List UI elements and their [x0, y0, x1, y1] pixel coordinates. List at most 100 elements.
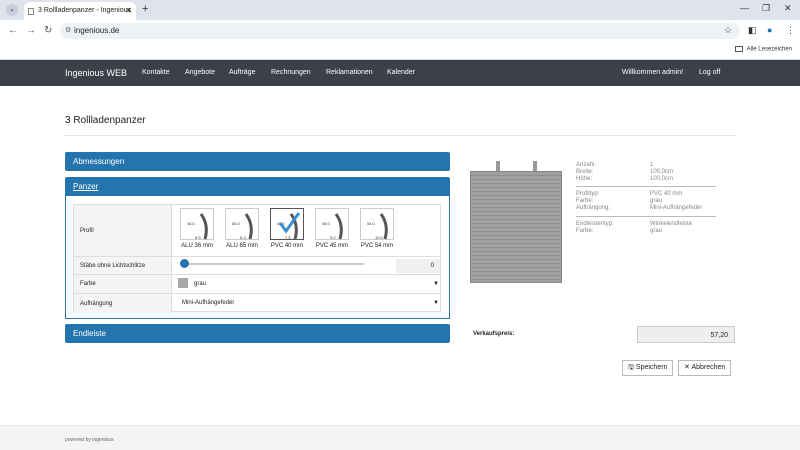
preview-mount-right — [533, 161, 537, 171]
panzer-panel-header[interactable]: Panzer — [65, 177, 450, 196]
staebe-slider-handle[interactable] — [180, 259, 189, 268]
farbe-select[interactable]: grau ▼ — [178, 277, 442, 292]
staebe-value: 0 — [396, 259, 440, 273]
page-title: 3 Rollladenpanzer — [65, 115, 146, 126]
restore-icon[interactable]: ❐ — [762, 3, 770, 14]
abmessungen-panel-header[interactable]: Abmessungen — [65, 152, 450, 171]
spec-value: grau — [650, 228, 663, 234]
staebe-row: Stäbe ohne Lichtschlitze 0 — [74, 257, 440, 275]
close-window-icon[interactable]: ✕ — [784, 3, 792, 14]
bookmarks-bar: Alle Lesezeichen — [0, 42, 800, 60]
profile-width-dim: 6.3 — [240, 235, 246, 240]
profile-height-dim: 65.0 — [232, 221, 241, 226]
profile-option-pvc45[interactable]: 45.0 9.0 PVC 45 mm — [310, 208, 354, 249]
bookmark-star-icon[interactable]: ☆ — [724, 25, 732, 36]
profile-image: 36.0 8.5 — [180, 208, 214, 240]
profile-width-dim: 9.0 — [330, 235, 336, 240]
url-field[interactable]: ⚙ ingenious.de — [60, 23, 740, 39]
url-text: ingenious.de — [74, 26, 120, 35]
title-divider — [65, 135, 735, 136]
site-info-icon[interactable]: ⚙ — [65, 23, 71, 39]
profile-height-dim: 36.0 — [187, 221, 196, 226]
rollladen-preview-image — [470, 171, 562, 283]
cancel-button[interactable]: ✕ Abbrechen — [678, 360, 732, 376]
nav-kontakte[interactable]: Kontakte — [142, 69, 170, 76]
save-button[interactable]: 🖫 Speichern — [622, 360, 674, 376]
spec-key: Höhe: — [576, 176, 593, 182]
profile-width-dim: 7.5 — [285, 235, 291, 240]
profile-name: PVC 40 mm — [270, 243, 304, 249]
profile-width-dim: 8.5 — [195, 235, 201, 240]
side-panel-icon[interactable]: ◧ — [748, 25, 757, 36]
price-label: Verkaufspreis: — [473, 331, 515, 337]
nav-welcome[interactable]: Willkommen admin! — [622, 69, 683, 76]
aufhaengung-select[interactable]: Mini-Aufhängefeder ▼ — [178, 296, 442, 311]
spec-row: Höhe: 100,0cm — [576, 176, 716, 184]
staebe-slider-track[interactable] — [182, 263, 364, 265]
spec-value: grau — [650, 198, 663, 204]
spec-key: Endleistentyp: — [576, 221, 614, 227]
nav-kalender[interactable]: Kalender — [387, 69, 415, 76]
endleiste-panel-header[interactable]: Endleiste — [65, 324, 450, 343]
profile-option-pvc40[interactable]: 40.0 7.5 PVC 40 mm — [265, 208, 309, 249]
profile-image: 65.0 6.3 — [225, 208, 259, 240]
profile-name: PVC 54 mm — [360, 243, 394, 249]
profil-label: Profil — [74, 205, 172, 256]
forward-arrow-icon[interactable]: → — [26, 25, 36, 36]
browser-tab[interactable]: 3 Rollladenpanzer - Ingenious ✕ — [24, 2, 136, 20]
dropdown-caret-icon: ▼ — [433, 300, 439, 306]
all-bookmarks-label: Alle Lesezeichen — [746, 46, 792, 53]
tab-search-chevron-icon[interactable]: ⌄ — [6, 4, 18, 16]
spec-row: Farbe: grau — [576, 228, 716, 236]
spec-value: 100,0cm — [650, 176, 674, 182]
nav-logoff[interactable]: Log off — [699, 69, 720, 76]
preview-mount-left — [496, 161, 500, 171]
profile-option-alu36[interactable]: 36.0 8.5 ALU 36 mm — [175, 208, 219, 249]
profile-width-dim: 10.0 — [375, 235, 384, 240]
back-arrow-icon[interactable]: ← — [8, 25, 18, 36]
profile-image: 54.0 10.0 — [360, 208, 394, 240]
spec-value: 100,0cm — [650, 169, 674, 175]
reload-icon[interactable]: ↻ — [44, 25, 52, 36]
browser-tab-bar: ⌄ 3 Rollladenpanzer - Ingenious ✕ + — ❐ … — [0, 0, 800, 20]
new-tab-plus-icon[interactable]: + — [142, 3, 148, 15]
spec-key: Farbe: — [576, 228, 594, 234]
spec-key: Breite: — [576, 169, 594, 175]
spec-value: Winkelendleiste — [650, 221, 693, 227]
footer-text: powered by ingenious — [65, 437, 114, 443]
nav-rechnungen[interactable]: Rechnungen — [271, 69, 311, 76]
minimize-icon[interactable]: — — [740, 3, 749, 13]
aufhaengung-row: Aufhängung Mini-Aufhängefeder ▼ — [74, 294, 440, 313]
close-icon: ✕ — [684, 364, 690, 371]
profile-name: ALU 65 mm — [226, 243, 258, 249]
nav-reklamationen[interactable]: Reklamationen — [326, 69, 373, 76]
page-favicon-icon — [28, 8, 34, 15]
save-icon: 🖫 — [628, 364, 634, 371]
nav-auftraege[interactable]: Aufträge — [229, 69, 255, 76]
browser-menu-icon[interactable]: ⋮ — [786, 25, 795, 36]
farbe-row: Farbe grau ▼ — [74, 275, 440, 294]
color-swatch — [178, 278, 188, 289]
spec-key: Aufhängung: — [576, 205, 611, 211]
app-navbar: Ingenious WEB Kontakte Angebote Aufträge… — [0, 60, 800, 86]
profile-height-dim: 45.0 — [322, 221, 331, 226]
profile-option-alu65[interactable]: 65.0 6.3 ALU 65 mm — [220, 208, 264, 249]
brand-link[interactable]: Ingenious WEB — [65, 68, 127, 78]
profile-option-pvc54[interactable]: 54.0 10.0 PVC 54 mm — [355, 208, 399, 249]
folder-icon — [734, 46, 743, 52]
spec-divider — [576, 216, 716, 217]
profile-avatar-icon[interactable]: ● — [767, 25, 772, 35]
profile-image: 45.0 9.0 — [315, 208, 349, 240]
spec-key: Anzahl: — [576, 162, 597, 168]
aufhaengung-label: Aufhängung — [74, 294, 172, 313]
endleiste-label: Endleiste — [73, 329, 106, 338]
cancel-label: Abbrechen — [691, 364, 726, 371]
tab-title: 3 Rollladenpanzer - Ingenious — [38, 7, 132, 14]
profile-name: ALU 36 mm — [181, 243, 213, 249]
tab-close-icon[interactable]: ✕ — [125, 2, 132, 20]
panzer-form: Profil 36.0 8.5 ALU 36 mm 65.0 6.3 ALU 65 … — [73, 204, 441, 313]
nav-angebote[interactable]: Angebote — [185, 69, 215, 76]
profil-row: Profil 36.0 8.5 ALU 36 mm 65.0 6.3 ALU 65 … — [74, 205, 440, 257]
all-bookmarks-folder[interactable]: Alle Lesezeichen — [734, 46, 792, 53]
spec-key: Profiltyp: — [576, 191, 600, 197]
